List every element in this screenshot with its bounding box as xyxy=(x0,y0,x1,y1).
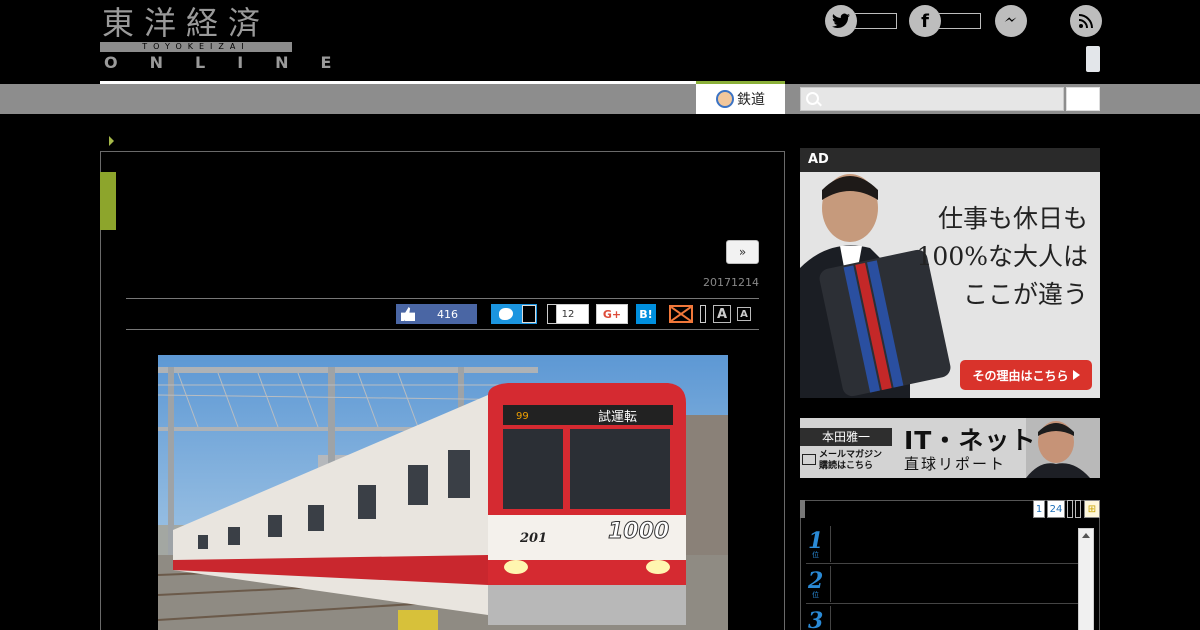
ranking-header-bar xyxy=(800,500,805,518)
envelope-icon xyxy=(802,454,816,465)
mail-share-icon[interactable] xyxy=(669,305,693,323)
newsletter-title: IT・ネット xyxy=(904,426,1037,455)
ranking-tab-grid[interactable]: ⊞ xyxy=(1084,500,1100,518)
ranking-tab-3[interactable] xyxy=(1067,500,1073,518)
google-plus-button[interactable]: G+ xyxy=(596,304,628,324)
logo-online: ONLINE xyxy=(104,53,364,72)
logo-japanese: 東洋経済 xyxy=(102,4,271,42)
font-size-large-button[interactable]: A xyxy=(713,305,731,323)
page: 東洋経済 TOYOKEIZAI ONLINE f 鉄道 » 20171214 4… xyxy=(0,0,1200,630)
twitter-count-box xyxy=(855,13,897,29)
breadcrumb-arrow-icon xyxy=(109,136,114,146)
messenger-icon xyxy=(995,5,1027,37)
header-login-button[interactable] xyxy=(1086,46,1100,72)
newsletter-cta-line: 購読はこちら xyxy=(819,461,874,471)
rank-unit: 位 xyxy=(812,551,819,559)
play-arrow-icon xyxy=(1072,370,1080,380)
ad-cta-label: その理由はこちら xyxy=(972,368,1069,383)
headboard-display: 試運転 xyxy=(598,409,637,425)
ad-copy-line: 100%な大人は xyxy=(916,242,1088,271)
search-button[interactable] xyxy=(1066,87,1100,111)
ad-cta-button[interactable]: その理由はこちら xyxy=(960,360,1092,390)
rank-separator xyxy=(830,606,831,630)
rss-icon xyxy=(1070,5,1102,37)
title-accent-bar xyxy=(100,172,116,230)
like-count: 416 xyxy=(437,307,458,321)
newsletter-cta: メールマガジン 購読はこちら xyxy=(819,450,882,472)
ad-copy-line: 仕事も休日も xyxy=(937,204,1088,233)
ranking-tab-24[interactable]: 24 xyxy=(1047,500,1065,518)
share-bar-bottom-rule xyxy=(126,329,759,330)
twitter-bird-icon xyxy=(499,308,513,320)
tab-railway[interactable]: 鉄道 xyxy=(696,81,785,114)
ad-label: AD xyxy=(808,152,829,167)
newsletter-banner[interactable]: 本田雅一 IT・ネット 直球リポート メールマガジン 購読はこちら xyxy=(800,418,1100,478)
facebook-count-box xyxy=(939,13,981,29)
rank-separator xyxy=(830,526,831,562)
sidebar-ad-bag[interactable]: AD 仕事も休日も 100%な大人は ここが違う その理由はこちら xyxy=(800,148,1100,398)
rank-number: 3 xyxy=(808,608,824,630)
twitter-icon xyxy=(825,5,857,37)
ranking-scrollbar[interactable] xyxy=(1078,528,1094,630)
next-page-button[interactable]: » xyxy=(726,240,759,264)
newsletter-subtitle: 直球リポート xyxy=(904,455,1007,473)
rank-unit: 位 xyxy=(812,591,819,599)
article-date: 20171214 xyxy=(703,276,759,289)
railway-mascot-icon xyxy=(716,90,734,108)
messenger-button[interactable] xyxy=(995,5,1027,37)
search-icon xyxy=(806,92,819,105)
ranking-tab-4[interactable] xyxy=(1075,500,1081,518)
font-size-small-button[interactable]: A xyxy=(737,307,751,321)
twitter-follow-button[interactable] xyxy=(825,5,897,37)
facebook-like-button[interactable]: f xyxy=(909,5,981,37)
hatena-bookmark-button[interactable]: B! xyxy=(636,304,656,324)
ranking-item[interactable]: 2 位 xyxy=(806,564,1078,604)
newsletter-cta-line: メールマガジン xyxy=(819,450,883,460)
ranking-list: 1 位 2 位 3 位 xyxy=(806,524,1078,630)
article-photo: 99 試運転 201 1000 xyxy=(158,355,728,630)
series-logo: 1000 xyxy=(608,519,669,544)
site-logo[interactable]: 東洋経済 TOYOKEIZAI ONLINE xyxy=(100,4,331,72)
ad-copy-line: ここが違う xyxy=(962,280,1088,309)
facebook-icon: f xyxy=(909,5,941,37)
ranking-item[interactable]: 3 位 xyxy=(806,604,1078,630)
run-number-display: 99 xyxy=(516,411,529,422)
logo-roman: TOYOKEIZAI xyxy=(142,42,250,51)
ranking-item[interactable]: 1 位 xyxy=(806,524,1078,564)
ad-header xyxy=(800,148,1100,172)
search-input[interactable] xyxy=(800,87,1064,111)
print-button[interactable] xyxy=(700,305,706,323)
tweet-count-box xyxy=(522,305,536,323)
car-number: 201 xyxy=(519,531,547,546)
tab-railway-label: 鉄道 xyxy=(737,92,765,108)
thumbs-up-icon xyxy=(401,307,415,321)
ranking-tab-1[interactable]: 1 xyxy=(1033,500,1045,518)
scroll-up-arrow-icon[interactable] xyxy=(1082,533,1090,538)
rss-button[interactable] xyxy=(1070,5,1102,37)
rank-separator xyxy=(830,566,831,602)
facebook-share-button[interactable]: 416 xyxy=(396,304,477,324)
ad-copy: 仕事も休日も 100%な大人は ここが違う xyxy=(917,200,1088,314)
author-name: 本田雅一 xyxy=(800,428,892,446)
share-bar-top-rule xyxy=(126,298,759,299)
hatena-count-edge xyxy=(547,304,557,324)
